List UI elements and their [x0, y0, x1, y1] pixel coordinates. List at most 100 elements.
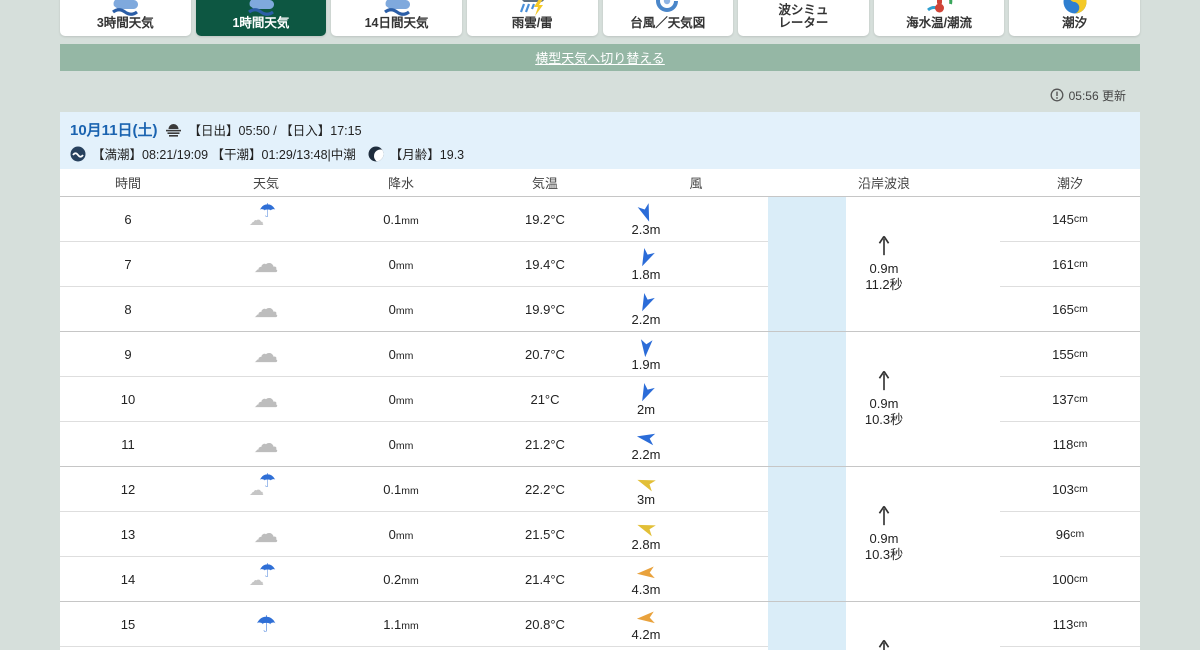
precip-cell: 0mm: [388, 436, 414, 452]
weather-3h-icon: [109, 0, 141, 17]
sunrise-icon: [165, 124, 181, 137]
column-header: 降水: [387, 176, 414, 191]
time-cell: 14: [120, 571, 136, 587]
time-cell: 9: [124, 346, 132, 362]
wind-cell: 2m: [624, 382, 768, 416]
wind-speed: 4.3m: [631, 581, 661, 597]
rain-icon: ☂: [255, 611, 277, 637]
cloudy-icon: ☁: [253, 430, 279, 458]
switch-to-horizontal-link[interactable]: 横型天気へ切り替える: [535, 48, 665, 67]
temp-cell: 21.2°C: [525, 436, 565, 452]
tab-sea-temp[interactable]: 海水温/潮流: [873, 0, 1005, 36]
tab-label: 3時間天気: [96, 16, 154, 30]
wind-cell: 4.3m: [624, 563, 768, 596]
wave-height: 0.9m: [869, 261, 899, 276]
precip-cell: 0mm: [388, 256, 414, 272]
cloudy-icon: ☁: [253, 250, 279, 278]
precip-cell: 0mm: [388, 346, 414, 362]
tab-weather-1h[interactable]: 1時間天気: [195, 0, 327, 36]
temp-cell: 19.9°C: [525, 301, 565, 317]
tab-weather-14d[interactable]: 14日間天気: [331, 0, 462, 36]
temp-cell: 20.8°C: [525, 616, 565, 632]
precip-cell: 0mm: [388, 526, 414, 542]
column-header: 気温: [531, 176, 558, 191]
tide-cell: 118 cm: [1052, 436, 1088, 452]
tab-label: 1時間天気: [232, 16, 290, 30]
wave-direction-icon: [865, 370, 903, 396]
temp-cell: 19.2°C: [525, 211, 565, 227]
column-header: 沿岸波浪: [857, 176, 910, 191]
precip-cell: 0.1mm: [383, 211, 419, 227]
time-cell: 15: [120, 616, 136, 632]
wind-speed: 2.3m: [631, 221, 661, 237]
weather-cell: ☂: [196, 607, 336, 641]
time-cell: 12: [120, 481, 136, 497]
tab-label: 海水温/潮流: [906, 16, 973, 30]
weather-cell: ☁: [196, 337, 336, 371]
time-cell: 7: [124, 256, 132, 272]
tide-cell: 100 cm: [1052, 571, 1088, 587]
temp-cell: 22.2°C: [525, 481, 565, 497]
date-label: 10月11日(土): [70, 122, 158, 139]
wind-cell: 3m: [624, 473, 768, 506]
table-row: 9 ☁ 0mm 20.7°C 1.9m: [60, 332, 768, 377]
weather-cell: ☁ ☂: [196, 561, 336, 596]
rain-lightning-icon: [516, 0, 548, 17]
wave-icon: [70, 146, 86, 161]
wind-cell: 2.8m: [624, 518, 768, 551]
time-cell: 6: [124, 211, 132, 227]
tab-rain-lightning[interactable]: 雨雲/雷: [466, 0, 598, 36]
tide-cell: 96 cm: [1000, 512, 1140, 557]
tide-cell: 145 cm: [1000, 197, 1140, 242]
table-row: 11 ☁ 0mm 21.2°C 2.2m: [60, 422, 768, 466]
forecast-group: 15☂1.1mm20.8°C4.2m16☂1.4mm20.3°C4.3m113c…: [60, 602, 1140, 650]
weather-cell: ☁ ☂: [196, 471, 336, 506]
tab-wave-simulator[interactable]: 波シミュ レーター: [738, 0, 869, 36]
wind-direction-icon: [634, 516, 659, 540]
wind-cell: 4.2m: [624, 608, 768, 641]
forecast-group: 9 ☁ 0mm 20.7°C 1.9m 10 ☁ 0mm 21°C 2m 11 ☁ 0mm 21.2°C 2…: [60, 332, 1140, 467]
wind-cell: 2.3m: [624, 202, 768, 237]
tide-cell: 137 cm: [1000, 377, 1140, 422]
wind-direction-icon: [634, 471, 659, 495]
moon-icon: [368, 146, 384, 161]
weather-cell: ☁: [196, 247, 336, 281]
column-header: 時間: [114, 176, 141, 191]
table-row: 10 ☁ 0mm 21°C 2m: [60, 377, 768, 422]
precip-cell: 1.1mm: [383, 616, 419, 632]
moon-age: 【月齢】19.3: [389, 148, 465, 162]
temp-cell: 19.4°C: [525, 256, 565, 272]
wave-height-band: [768, 332, 846, 466]
forecast-table-body: 6 ☁ ☂ 0.1mm 19.2°C 2.3m 7 ☁ 0mm 19.4°C 1.8m 8 ☁ 0mm 19…: [60, 197, 1140, 650]
wind-direction-icon: [636, 337, 656, 358]
tab-tide[interactable]: 潮汐: [1009, 0, 1140, 36]
wave-period: 11.2秒: [865, 277, 903, 292]
sea-temp-icon: [923, 0, 955, 17]
day-header: 10月11日(土) 【日出】05:50 / 【日入】17:15 【満潮】08:2…: [60, 112, 1140, 169]
update-time: 05:56 更新: [1068, 88, 1126, 103]
update-status: 05:56 更新: [60, 87, 1140, 103]
wave-direction-icon: [865, 505, 903, 531]
wind-speed: 1.9m: [631, 356, 661, 372]
tab-label: 波シミュ レーター: [778, 3, 829, 30]
tab-typhoon[interactable]: 台風／天気図: [602, 0, 734, 36]
tab-label: 雨雲/雷: [511, 16, 553, 30]
table-row: 13 ☁ 0mm 21.5°C 2.8m: [60, 512, 768, 557]
coastal-wave-cell: [768, 602, 1000, 650]
forecast-tab-bar: 3時間天気 1時間天気 14日間天気 雨雲/雷 台風／天気図 波シミュ レーター 海水温/潮流…: [60, 0, 1140, 36]
tab-weather-3h[interactable]: 3時間天気: [60, 0, 191, 36]
precip-cell: 0mm: [388, 391, 414, 407]
wind-cell: 2.2m: [624, 428, 768, 461]
wave-direction-icon: [877, 639, 891, 650]
table-row: 12 ☁ ☂ 0.1mm 22.2°C 3m: [60, 467, 768, 512]
tide-cell: 113 cm: [1000, 602, 1140, 647]
tide-cell: 103 cm: [1000, 467, 1140, 512]
weather-cell: ☁: [196, 427, 336, 461]
time-cell: 11: [121, 436, 135, 452]
tab-label: 潮汐: [1062, 16, 1088, 30]
rain-cloud-icon: ☁ ☂: [249, 201, 277, 229]
wind-cell: 2.2m: [624, 292, 768, 326]
wind-cell: 1.8m: [624, 247, 768, 281]
cloudy-icon: ☁: [253, 295, 279, 323]
temp-cell: 20.7°C: [525, 346, 565, 362]
